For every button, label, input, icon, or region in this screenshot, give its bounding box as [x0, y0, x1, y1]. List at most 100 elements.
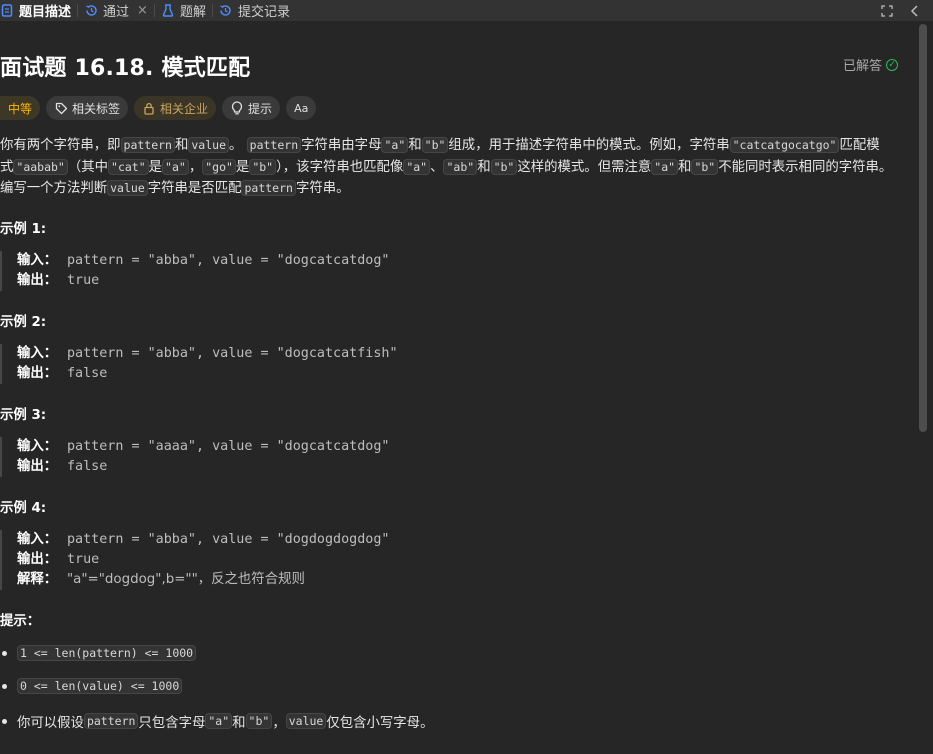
scrollbar-thumb[interactable]	[919, 24, 927, 432]
translate-button[interactable]: Aa	[286, 96, 317, 120]
lightbulb-icon	[230, 101, 244, 115]
statement-text: 字符串是否匹配	[147, 181, 242, 196]
input-value: pattern = "abba", value = "dogcatcatfish…	[67, 346, 398, 361]
constraint-item: 0 <= len(value) <= 1000	[0, 678, 183, 694]
tab-accepted-label: 通过	[103, 5, 130, 20]
tab-solutions-label: 题解	[179, 5, 206, 20]
inline-code: 1 <= len(pattern) <= 1000	[17, 645, 197, 661]
example-output: 输出： true	[17, 271, 389, 291]
statement-text: 是	[148, 159, 163, 175]
tab-submissions-label: 提交记录	[237, 5, 290, 20]
inline-code: value	[107, 180, 148, 196]
statement-text: 组成，用于描述字符串中的模式。例如，字符串	[448, 138, 730, 153]
example-explanation: 解释： "a"="dogdog",b=""，反之也符合规则	[17, 570, 389, 590]
companies-tag-label: 相关企业	[160, 101, 209, 116]
lock-icon	[142, 101, 156, 115]
example-input: 输入： pattern = "abba", value = "dogcatcatd…	[17, 251, 389, 271]
tag-row: 中等 相关标签 相关企业 提示 Aa	[0, 96, 317, 120]
inline-code: "b"	[691, 158, 719, 175]
inline-code: pattern	[246, 137, 302, 153]
example-input: 输入： pattern = "abba", value = "dogcatcatf…	[17, 344, 398, 364]
inline-code: pattern	[83, 713, 139, 729]
statement-line-1: 你有两个字符串，即 pattern 和 value。 pattern 字符串由字母 "a"…	[0, 135, 900, 200]
hint-tag-label: 提示	[248, 101, 273, 116]
inline-code: "a"	[205, 713, 233, 729]
inline-code: "ab"	[443, 158, 478, 175]
topics-tag-button[interactable]: 相关标签	[46, 96, 129, 120]
statement-text: 和	[678, 159, 692, 175]
inline-code: "cat"	[108, 158, 149, 175]
inline-code: value	[188, 137, 229, 153]
output-value: false	[67, 366, 108, 381]
inline-code: "catcatgocatgo"	[729, 137, 840, 153]
output-value: true	[67, 273, 100, 288]
output-label: 输出：	[17, 273, 58, 288]
statement-text: 你有两个字符串，即	[0, 138, 121, 153]
constraint-text: 和	[232, 716, 246, 731]
input-label: 输入：	[17, 439, 58, 454]
explanation-value: "a"="dogdog",b=""，反之也符合规则	[67, 572, 305, 587]
problem-description-panel: 面试题 16.18. 模式匹配 已解答 ✓ 中等 相关标签 相关企业 提示 Aa	[0, 21, 912, 754]
history-icon	[84, 4, 98, 18]
example-3-title: 示例 3:	[0, 408, 47, 423]
solved-status-label: 已解答	[842, 59, 882, 74]
input-value: pattern = "abba", value = "dogcatcatdog"	[67, 253, 390, 268]
close-icon[interactable]: ×	[137, 3, 148, 18]
example-output: 输出： false	[17, 364, 398, 384]
statement-text: ），该字符串也匹配像	[276, 159, 404, 175]
example-1-block: 输入： pattern = "abba", value = "dogcatcatd…	[0, 251, 389, 291]
inline-code: "b"	[249, 158, 277, 175]
statement-text: 、	[430, 159, 444, 175]
inline-code: "b"	[421, 137, 449, 153]
inline-code: "b"	[245, 713, 273, 729]
inline-code: "a"	[403, 158, 431, 175]
tag-icon	[54, 101, 68, 115]
input-label: 输入：	[17, 346, 58, 361]
constraints-title: 提示：	[0, 614, 41, 629]
inline-code: "aabab"	[13, 158, 68, 175]
tab-description-label: 题目描述	[19, 5, 72, 20]
tab-solutions[interactable]: 题解	[155, 0, 212, 21]
solved-status: 已解答 ✓	[843, 55, 898, 74]
input-label: 输入：	[17, 532, 58, 547]
inline-code: value	[285, 713, 327, 729]
tab-bar-actions	[879, 0, 923, 21]
chevron-left-icon[interactable]	[907, 3, 923, 19]
inline-code: "a"	[162, 158, 189, 175]
tab-description[interactable]: 题目描述	[0, 0, 77, 21]
input-label: 输入：	[17, 253, 58, 268]
output-value: false	[67, 459, 108, 474]
tab-bar: 题目描述 通过 × 题解 提交记录	[0, 0, 933, 21]
example-1-title: 示例 1:	[0, 222, 47, 237]
bullet-icon	[2, 718, 7, 724]
inline-code: "a"	[381, 137, 409, 153]
inline-code: 0 <= len(value) <= 1000	[17, 678, 183, 694]
statement-text: 和	[174, 138, 189, 153]
companies-tag-button[interactable]: 相关企业	[134, 96, 217, 120]
example-input: 输入： pattern = "aaaa", value = "dogcatcatd…	[17, 437, 389, 457]
output-label: 输出：	[17, 459, 58, 474]
translate-icon: Aa	[294, 101, 309, 115]
input-value: pattern = "abba", value = "dogdogdogdog"	[67, 532, 390, 547]
inline-code: pattern	[120, 137, 175, 153]
example-output: 输出： false	[17, 457, 389, 477]
input-value: pattern = "aaaa", value = "dogcatcatdog"	[67, 439, 390, 454]
output-label: 输出：	[17, 552, 58, 567]
statement-text: 字符串由字母	[301, 138, 382, 153]
bullet-icon	[2, 683, 7, 689]
expand-icon[interactable]	[879, 3, 895, 19]
inline-code: "go"	[202, 158, 236, 175]
tab-accepted[interactable]: 通过 ×	[78, 0, 154, 21]
constraint-text: 你可以假设	[17, 716, 84, 731]
tab-submissions[interactable]: 提交记录	[213, 0, 296, 21]
statement-text: 和	[408, 138, 422, 153]
page-title: 面试题 16.18. 模式匹配	[0, 56, 251, 81]
constraint-item: 1 <= len(pattern) <= 1000	[0, 645, 197, 661]
hint-tag-button[interactable]: 提示	[222, 96, 281, 120]
topics-tag-label: 相关标签	[72, 101, 121, 116]
difficulty-badge: 中等	[0, 96, 41, 120]
document-icon	[0, 4, 14, 18]
statement-text: 是	[235, 159, 250, 175]
inline-code: "b"	[490, 158, 518, 175]
constraint-item: 你可以假设 pattern 只包含字母 "a" 和 "b"， value 仅包含小写字母。	[0, 711, 433, 731]
